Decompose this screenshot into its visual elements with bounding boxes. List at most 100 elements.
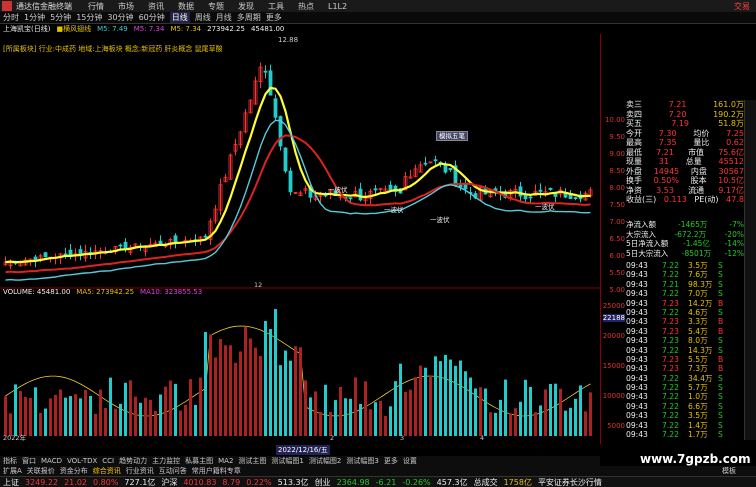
period-tab[interactable]: 分时 (3, 12, 19, 23)
period-tab[interactable]: 30分钟 (107, 12, 133, 23)
volume-bar (164, 386, 167, 436)
indicator-tab[interactable]: MACD (41, 457, 62, 465)
menu-item-tools[interactable]: 工具 (268, 1, 284, 12)
period-tab[interactable]: 1分钟 (24, 12, 45, 23)
volume-tick: 10000 (602, 392, 625, 400)
tick-side: S (718, 373, 723, 383)
volume-bar (24, 396, 27, 436)
period-tab[interactable]: 5分钟 (50, 12, 71, 23)
volume-bar (444, 354, 447, 436)
sh-index-amount: 727.1亿 (124, 477, 156, 487)
trade-button[interactable]: 交易 (734, 1, 750, 12)
hs-index-value: 4010.83 (183, 477, 217, 487)
indicator-tab[interactable]: 测试幅图2 (309, 456, 341, 466)
menu-item-quotes[interactable]: 行情 (88, 1, 104, 12)
volume-bar (4, 396, 7, 436)
indicator-tab[interactable]: 窗口 (22, 456, 36, 466)
tick-side: B (718, 326, 724, 336)
indicator-tab[interactable]: 指标 (3, 456, 17, 466)
tick-row: 09:43 7.22 14.3万 S (626, 345, 744, 355)
tick-side: B (718, 354, 724, 364)
price-tick: 6.50 (609, 235, 625, 243)
signal-label: 一波伏 (535, 202, 555, 211)
volume-bar (434, 356, 437, 436)
flow-pct: -7% (729, 220, 744, 230)
price-axis: 10.00 9.50 9.00 8.50 8.00 7.50 7.00 6.50… (600, 34, 628, 444)
indicator-tab[interactable]: 设置 (403, 456, 417, 466)
indicator-tab[interactable]: 测试幅图3 (346, 456, 378, 466)
bottom-tab[interactable]: 关联报价 (27, 466, 55, 476)
volume-bar (529, 386, 532, 436)
tick-time: 09:43 (626, 261, 648, 270)
volume-bar (464, 371, 467, 436)
simulate-button[interactable]: 模拟五笔 (436, 131, 468, 141)
signal-label: 一波伏 (384, 205, 404, 214)
quote-row: 买五 7.19 51.8万 (626, 119, 744, 129)
indicator-tab[interactable]: 测试主图 (238, 456, 266, 466)
candle (388, 184, 393, 191)
indicator-tab[interactable]: 主力监控 (152, 456, 180, 466)
tick-time: 09:43 (626, 307, 648, 317)
quote-value-2: 9.17亿 (718, 185, 744, 195)
period-tab[interactable]: 周线 (195, 12, 211, 23)
indicator-tab[interactable]: 更多 (384, 456, 398, 466)
sh-index-label[interactable]: 上证 (3, 477, 19, 487)
indicator-tab[interactable]: 测试幅图1 (271, 456, 303, 466)
flow-row: 5日大宗流入 -8501万 -12% (626, 249, 744, 259)
hs-index-amount: 513.3亿 (277, 477, 309, 487)
ma-value-2: M5: 7.34 (133, 25, 165, 33)
indicator-tab[interactable]: VOL-TDX (67, 457, 97, 465)
volume-tick: 5000 (607, 422, 625, 430)
indicator-tab[interactable]: MA2 (218, 457, 233, 465)
bottom-tab[interactable]: 常用户籍料专章 (192, 466, 241, 476)
indicator-tab[interactable]: CCI (102, 457, 114, 465)
quote-value: 7.21 (668, 100, 687, 110)
side-scrollbar[interactable] (744, 100, 756, 440)
indicator-tab[interactable]: 私募主图 (185, 456, 213, 466)
price-tick: 5.00 (609, 286, 625, 294)
menu-item-data[interactable]: 数据 (178, 1, 194, 12)
period-tab-more[interactable]: 更多 (266, 12, 282, 23)
volume-bar (59, 389, 62, 436)
volume-bar (174, 383, 177, 436)
menu-item-topics[interactable]: 专题 (208, 1, 224, 12)
kline-chart[interactable]: 12.88 12 2 3 4 2022年 一波伏 一波伏 一波伏 一波伏 (0, 34, 600, 444)
candle (348, 197, 353, 200)
tick-row: 09:43 7.23 5.5万 B (626, 354, 744, 364)
volume-bar (314, 391, 317, 436)
period-tab[interactable]: 月线 (216, 12, 232, 23)
period-tab[interactable]: 60分钟 (139, 12, 165, 23)
volume-bar (14, 384, 17, 436)
stock-name: 上海凯宝(日线) (3, 25, 51, 33)
ma-line-yellow (5, 86, 591, 264)
menu-item-hot[interactable]: 热点 (298, 1, 314, 12)
volume-bar (229, 345, 232, 436)
volume-bar (294, 346, 297, 436)
hs-index-label[interactable]: 沪深 (161, 477, 177, 487)
bottom-tab[interactable]: 互动问答 (159, 466, 187, 476)
tick-time: 09:43 (626, 317, 648, 327)
template-button[interactable]: 模板 (722, 466, 736, 476)
menu-item-market[interactable]: 市场 (118, 1, 134, 12)
volume-bar (204, 331, 207, 436)
indicator-tab[interactable]: 趋势动力 (119, 456, 147, 466)
candle (548, 187, 553, 190)
tick-list[interactable]: 09:43 7.22 3.5万 S 09:43 7.22 7.6万 S 09:43 7.21 98.… (626, 260, 744, 439)
volume-bar (419, 365, 422, 436)
bottom-tab[interactable]: 行业资讯 (126, 466, 154, 476)
tick-side: S (718, 336, 723, 346)
bottom-tab[interactable]: 综合资讯 (93, 466, 121, 476)
period-tab[interactable]: 多周期 (237, 12, 261, 23)
bottom-tab[interactable]: 资金分布 (60, 466, 88, 476)
volume-bar (184, 404, 187, 436)
total-volume-value: 1758亿 (503, 477, 532, 487)
period-tab[interactable]: 15分钟 (76, 12, 102, 23)
menu-item-news[interactable]: 资讯 (148, 1, 164, 12)
menu-item-l1l2[interactable]: L1L2 (328, 2, 347, 11)
period-tab-daily[interactable]: 日线 (169, 12, 190, 23)
menu-item-discover[interactable]: 发现 (238, 1, 254, 12)
bottom-tab[interactable]: 扩展A (3, 466, 22, 476)
volume-bar (309, 397, 312, 436)
cy-index-label[interactable]: 创业 (315, 477, 331, 487)
volume-bar (404, 391, 407, 436)
